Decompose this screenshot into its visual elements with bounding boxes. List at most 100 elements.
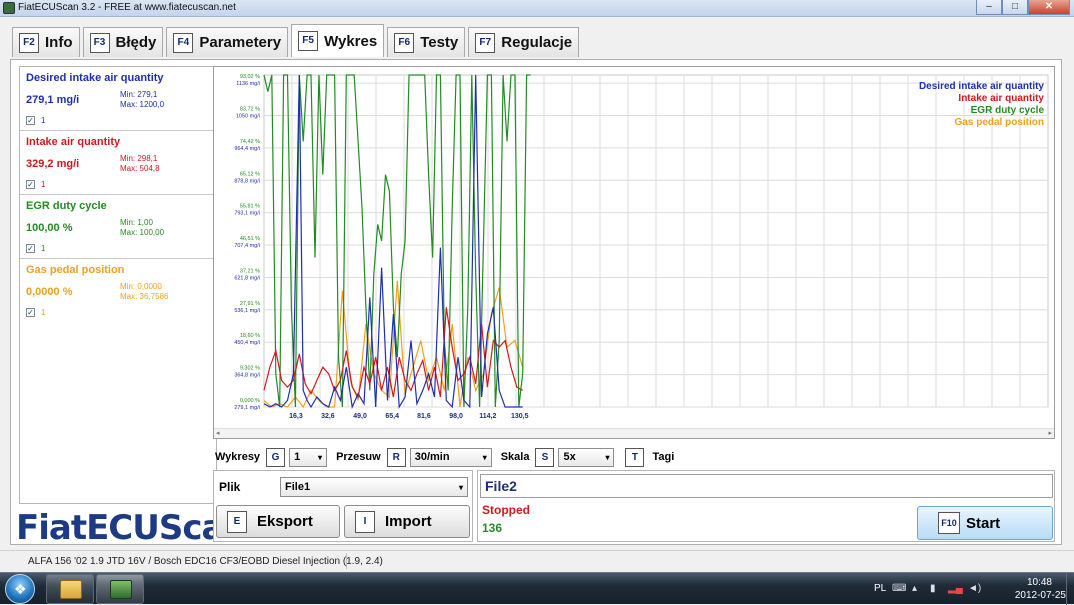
param-name: Gas pedal position <box>26 264 125 276</box>
select-value: 5x <box>563 451 576 463</box>
y-tick-label-pct: 83,72 % <box>240 106 260 112</box>
tab-parametery[interactable]: F4 Parametery <box>166 27 289 57</box>
tab-key: F4 <box>173 32 194 53</box>
x-tick-label: 32,6 <box>321 413 335 420</box>
minimize-button[interactable]: – <box>976 0 1002 15</box>
param-checkbox[interactable]: ✓ <box>26 308 35 317</box>
x-tick-label: 16,3 <box>289 413 303 420</box>
chevron-down-icon: ▾ <box>482 452 487 462</box>
tab-info[interactable]: F2 Info <box>12 27 80 57</box>
param-intake-air[interactable]: Intake air quantity 329,2 mg/i Min: 298,… <box>20 131 216 195</box>
start-orb-button[interactable]: ❖ <box>5 574 35 604</box>
param-max: Max: 504,8 <box>120 164 160 173</box>
app-icon <box>3 2 15 14</box>
legend-entry: EGR duty cycle <box>971 105 1045 116</box>
param-name: EGR duty cycle <box>26 200 107 212</box>
y-tick-label-mg: 536,1 mg/i <box>234 308 260 314</box>
x-tick-label: 49,0 <box>353 413 367 420</box>
param-value: 279,1 mg/i <box>26 94 80 106</box>
tab-key: F7 <box>475 32 496 53</box>
clock-date[interactable]: 2012-07-25 <box>1015 590 1066 601</box>
file-panel: Plik File1 ▾ E Eksport I Import <box>213 470 473 542</box>
y-tick-label-mg: 878,8 mg/i <box>234 178 260 184</box>
przesuw-label: Przesuw <box>336 451 381 463</box>
x-tick-label: 114,2 <box>479 413 496 420</box>
tab-wykres[interactable]: F5 Wykres <box>291 24 385 57</box>
x-tick-label: 81,6 <box>417 413 431 420</box>
y-tick-label-mg: 279,1 mg/i <box>234 405 260 411</box>
przesuw-select[interactable]: 30/min ▾ <box>409 447 492 467</box>
tab-key: F3 <box>89 32 110 53</box>
line-chart: 0,000 %279,1 mg/i 9,302 %364,8 mg/i 18,60 … <box>234 74 1049 420</box>
volume-icon[interactable]: ◄) <box>968 583 981 594</box>
select-value: 30/min <box>414 451 450 463</box>
y-tick-label-mg: 793,1 mg/i <box>234 211 260 217</box>
scroll-right-icon[interactable]: ▸ <box>1048 429 1052 437</box>
param-value: 329,2 mg/i <box>26 158 80 170</box>
status-separator <box>346 553 347 569</box>
skala-key: S <box>535 447 555 467</box>
clock-time[interactable]: 10:48 <box>1027 577 1052 588</box>
tab-label: Regulacje <box>501 34 573 51</box>
param-gas-pedal[interactable]: Gas pedal position 0,0000 % Min: 0,0000 … <box>20 259 216 323</box>
tagi-key[interactable]: T <box>625 447 645 467</box>
y-tick-label-mg: 1136 mg/i <box>236 81 260 87</box>
status-panel: File2 Stopped 136 F10 Start <box>477 470 1055 542</box>
show-hidden-icons-icon[interactable]: ▴ <box>912 583 917 594</box>
tab-key: F5 <box>298 31 319 51</box>
chart-scrollbar[interactable]: ◂ ▸ <box>214 428 1054 438</box>
param-min: Min: 279,1 <box>120 90 158 99</box>
param-desired-intake-air[interactable]: Desired intake air quantity 279,1 mg/i M… <box>20 67 216 131</box>
window-title: FiatECUScan 3.2 - FREE at www.fiatecusca… <box>18 2 236 13</box>
start-button[interactable]: F10 Start <box>917 506 1053 540</box>
param-checkbox[interactable]: ✓ <box>26 180 35 189</box>
maximize-button[interactable]: □ <box>1002 0 1028 15</box>
skala-select[interactable]: 5x ▾ <box>558 447 615 467</box>
param-axis-number: 1 <box>41 244 46 253</box>
wykresy-select[interactable]: 1 ▾ <box>289 447 328 467</box>
y-tick-label-mg: 450,4 mg/i <box>234 340 260 346</box>
y-tick-label-pct: 93,02 % <box>240 74 260 80</box>
plik-label: Plik <box>219 480 241 494</box>
tagi-label: Tagi <box>652 451 675 463</box>
wykresy-key: G <box>266 447 286 467</box>
taskbar-explorer[interactable] <box>46 574 94 604</box>
y-tick-label-pct: 65,12 % <box>240 171 260 177</box>
param-egr-duty-cycle[interactable]: EGR duty cycle 100,00 % Min: 1,00 Max: 1… <box>20 195 216 259</box>
chevron-down-icon: ▾ <box>605 452 610 462</box>
export-label: Eksport <box>257 513 313 530</box>
param-checkbox[interactable]: ✓ <box>26 244 35 253</box>
tab-regulacje[interactable]: F7 Regulacje <box>468 27 580 57</box>
chevron-down-icon: ▾ <box>318 452 323 462</box>
param-name: Desired intake air quantity <box>26 72 164 84</box>
param-value: 0,0000 % <box>26 286 73 298</box>
param-min: Min: 1,00 <box>120 218 153 227</box>
tab-bledy[interactable]: F3 Błędy <box>82 27 164 57</box>
import-label: Import <box>385 513 432 530</box>
show-desktop-button[interactable] <box>1066 573 1074 605</box>
battery-icon[interactable]: ▮ <box>930 583 936 594</box>
y-tick-label-mg: 364,8 mg/i <box>234 373 260 379</box>
folder-icon <box>60 580 82 599</box>
parameter-list: Desired intake air quantity 279,1 mg/i M… <box>19 66 217 504</box>
param-checkbox[interactable]: ✓ <box>26 116 35 125</box>
legend-entry: Gas pedal position <box>955 117 1044 128</box>
import-button[interactable]: I Import <box>344 505 470 538</box>
taskbar-fiatecuscan[interactable] <box>96 574 144 604</box>
tab-testy[interactable]: F6 Testy <box>387 27 466 57</box>
keyboard-icon[interactable]: ⌨ <box>892 583 906 594</box>
network-icon[interactable]: ▂▄ <box>948 583 963 594</box>
y-tick-label-pct: 74,42 % <box>240 139 260 145</box>
language-indicator[interactable]: PL <box>874 583 886 594</box>
y-tick-label-pct: 9,302 % <box>240 366 260 372</box>
export-button[interactable]: E Eksport <box>216 505 340 538</box>
param-name: Intake air quantity <box>26 136 121 148</box>
x-tick-label: 65,4 <box>385 413 399 420</box>
title-bar[interactable]: FiatECUScan 3.2 - FREE at www.fiatecusca… <box>0 0 1074 17</box>
przesuw-key: R <box>386 447 406 467</box>
filename-field[interactable]: File2 <box>480 474 1053 498</box>
close-button[interactable]: ✕ <box>1028 0 1070 15</box>
scroll-left-icon[interactable]: ◂ <box>216 429 220 437</box>
param-value: 100,00 % <box>26 222 73 234</box>
file-select[interactable]: File1 ▾ <box>280 477 468 497</box>
